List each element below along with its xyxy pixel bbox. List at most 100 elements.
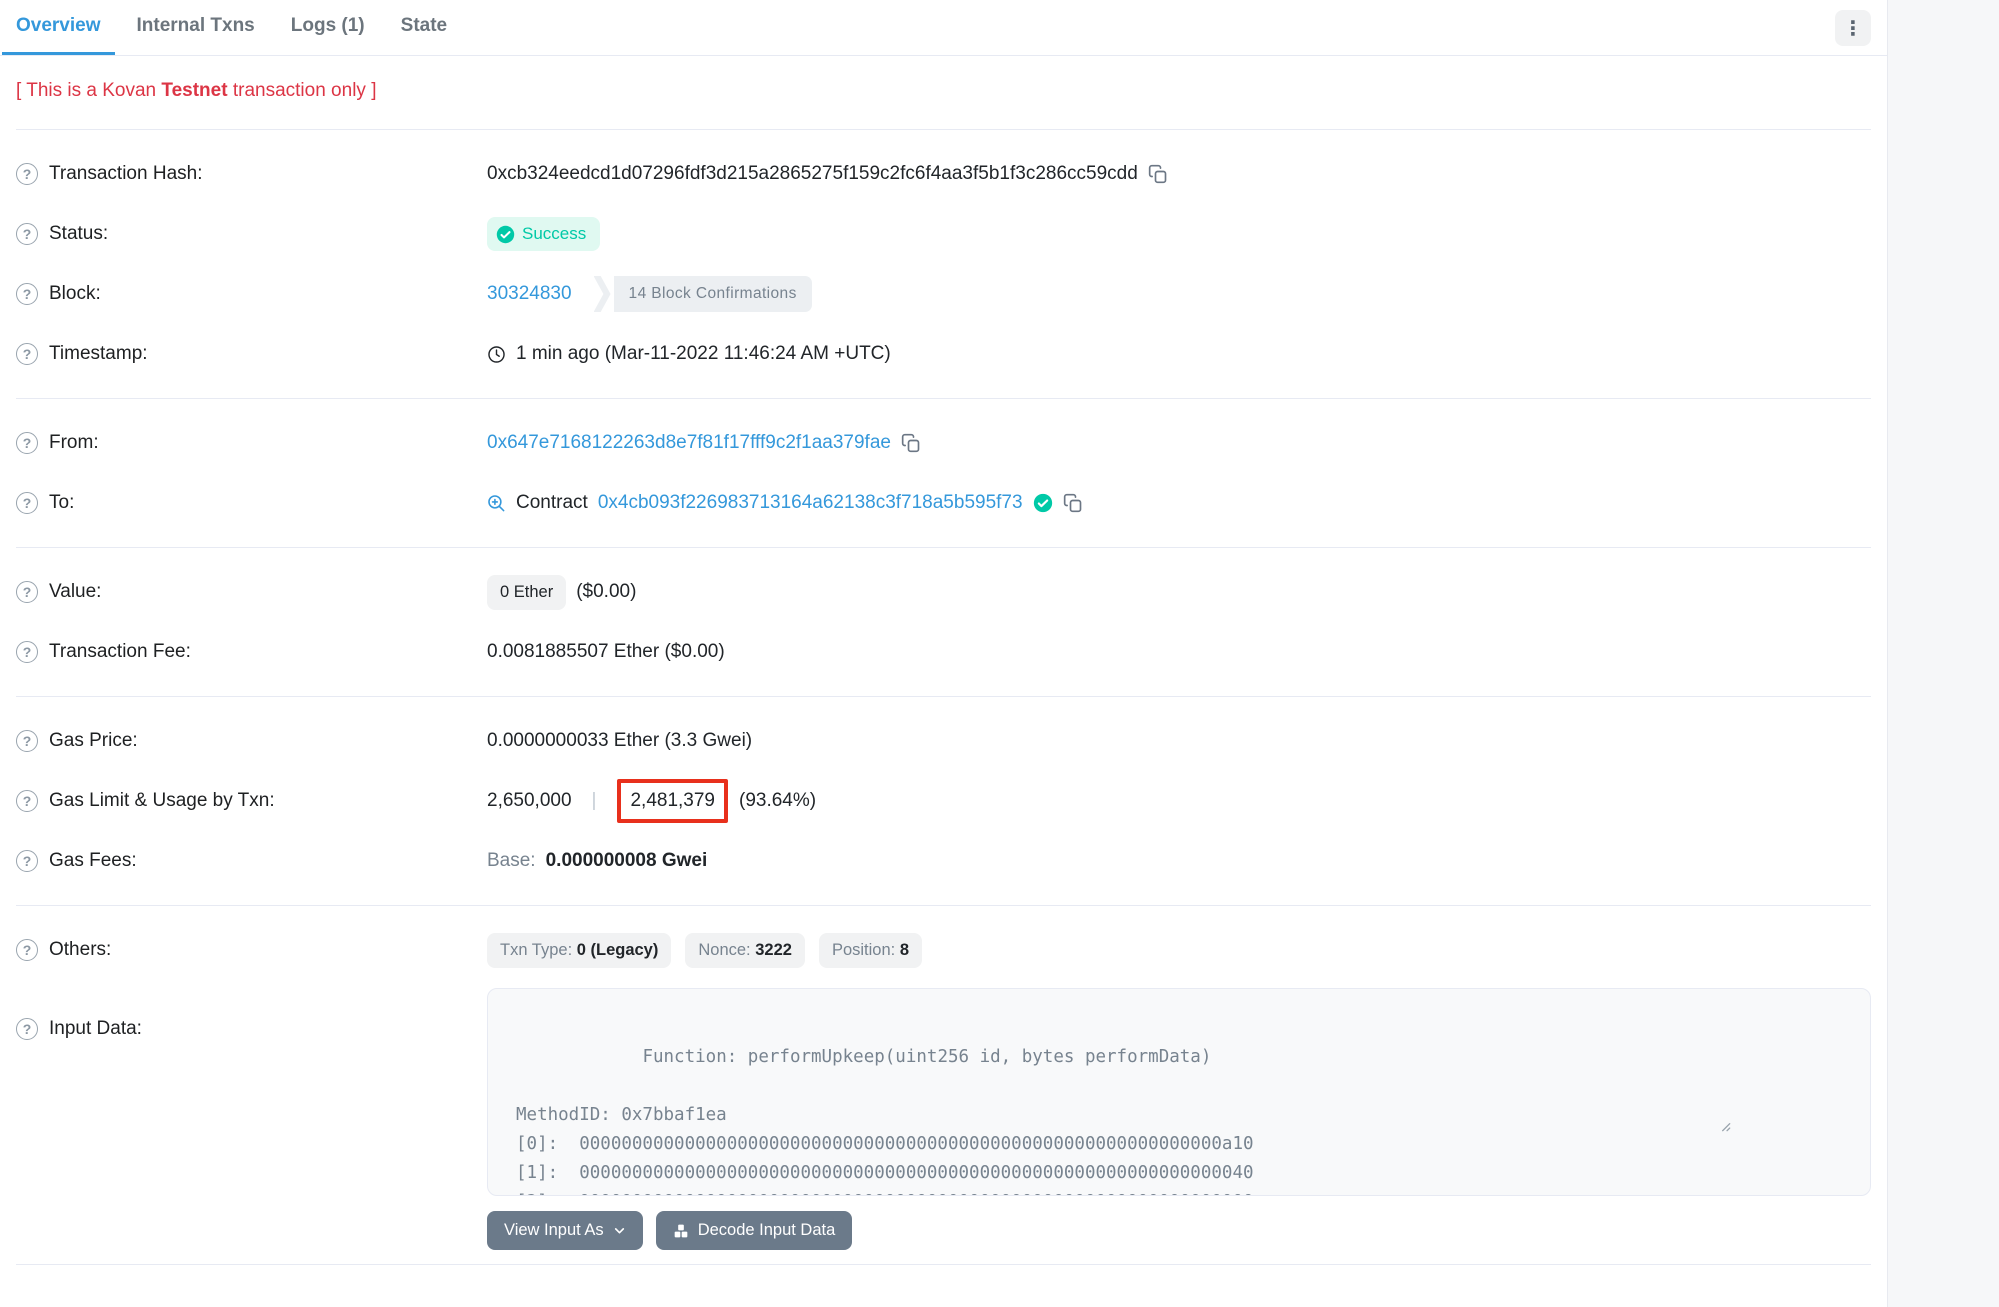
help-icon[interactable]: ? [16, 163, 38, 185]
tab-internal-txns[interactable]: Internal Txns [123, 0, 269, 55]
help-icon[interactable]: ? [16, 581, 38, 603]
gas-limit-value: 2,650,000 [487, 790, 572, 812]
tab-state[interactable]: State [387, 0, 461, 55]
notice-prefix: [ This is a Kovan [16, 80, 161, 101]
status-label: Status: [49, 223, 108, 245]
row-others: ? Others: Txn Type: 0 (Legacy) Nonce: 32… [16, 920, 1871, 980]
notice-bold: Testnet [161, 80, 227, 101]
gas-used-value: 2,481,379 [630, 790, 715, 811]
nonce-key: Nonce: [698, 941, 755, 959]
help-icon[interactable]: ? [16, 283, 38, 305]
help-icon[interactable]: ? [16, 492, 38, 514]
decode-input-data-button[interactable]: Decode Input Data [656, 1211, 853, 1250]
decode-cubes-icon [673, 1223, 689, 1239]
txn-type-key: Txn Type: [500, 941, 577, 959]
gas-separator: | [592, 790, 597, 812]
row-timestamp: ? Timestamp: 1 min ago (Mar-11-2022 11:4… [16, 324, 1871, 384]
block-label: Block: [49, 283, 101, 305]
tab-overview[interactable]: Overview [2, 0, 115, 55]
help-icon[interactable]: ? [16, 223, 38, 245]
row-gas-price: ? Gas Price: 0.0000000033 Ether (3.3 Gwe… [16, 711, 1871, 771]
help-icon[interactable]: ? [16, 730, 38, 752]
help-icon[interactable]: ? [16, 790, 38, 812]
gas-fees-base-value: 0.000000008 Gwei [546, 850, 708, 872]
from-address-link[interactable]: 0x647e7168122263d8e7f81f17fff9c2f1aa379f… [487, 432, 891, 454]
arrow-separator-icon [594, 276, 611, 312]
block-number-link[interactable]: 30324830 [487, 283, 572, 305]
transaction-hash-value: 0xcb324eedcd1d07296fdf3d215a2865275f159c… [487, 163, 1138, 185]
input-data-textarea[interactable]: Function: performUpkeep(uint256 id, byte… [487, 988, 1871, 1196]
section-others-input: ? Others: Txn Type: 0 (Legacy) Nonce: 32… [16, 906, 1871, 1265]
to-address-link[interactable]: 0x4cb093f226983713164a62138c3f718a5b595f… [598, 492, 1023, 514]
input-data-text: Function: performUpkeep(uint256 id, byte… [516, 1047, 1254, 1196]
input-data-actions: View Input As Decode Input Data [487, 1211, 1871, 1250]
position-value: 8 [900, 941, 909, 959]
success-check-icon [496, 225, 515, 244]
help-icon[interactable]: ? [16, 432, 38, 454]
tab-logs[interactable]: Logs (1) [277, 0, 379, 55]
section-gas: ? Gas Price: 0.0000000033 Ether (3.3 Gwe… [16, 697, 1871, 906]
position-key: Position: [832, 941, 900, 959]
transaction-hash-label: Transaction Hash: [49, 163, 202, 185]
zoom-in-icon[interactable] [487, 494, 506, 513]
decode-input-data-label: Decode Input Data [698, 1221, 836, 1240]
section-from-to: ? From: 0x647e7168122263d8e7f81f17fff9c2… [16, 399, 1871, 548]
transaction-fee-value: 0.0081885507 Ether ($0.00) [487, 641, 725, 663]
resize-handle-icon[interactable] [1717, 1060, 1865, 1190]
notice-suffix: transaction only ] [228, 80, 377, 101]
row-status: ? Status: Success [16, 204, 1871, 264]
transaction-fee-label: Transaction Fee: [49, 641, 191, 663]
row-value: ? Value: 0 Ether ($0.00) [16, 562, 1871, 622]
value-usd: ($0.00) [576, 581, 636, 603]
row-input-data: ? Input Data: Function: performUpkeep(ui… [16, 988, 1871, 1250]
row-gas-fees: ? Gas Fees: Base: 0.000000008 Gwei [16, 831, 1871, 891]
nonce-pill: Nonce: 3222 [685, 933, 805, 968]
copy-icon[interactable] [901, 433, 921, 453]
to-contract-prefix: Contract [516, 492, 588, 514]
view-input-as-label: View Input As [504, 1221, 604, 1240]
status-badge-text: Success [522, 224, 586, 244]
kebab-icon: ⋮ [1843, 16, 1863, 41]
section-value-fee: ? Value: 0 Ether ($0.00) ? Transaction F… [16, 548, 1871, 697]
value-amount-pill: 0 Ether [487, 575, 566, 610]
to-label: To: [49, 492, 74, 514]
timestamp-value: 1 min ago (Mar-11-2022 11:46:24 AM +UTC) [516, 343, 891, 365]
from-label: From: [49, 432, 99, 454]
status-badge: Success [487, 217, 600, 251]
help-icon[interactable]: ? [16, 1018, 38, 1040]
txn-type-value: 0 (Legacy) [577, 941, 659, 959]
nonce-value: 3222 [755, 941, 792, 959]
gas-fees-label: Gas Fees: [49, 850, 137, 872]
section-hash-status-block-time: ? Transaction Hash: 0xcb324eedcd1d07296f… [16, 130, 1871, 399]
overview-panel: [ This is a Kovan Testnet transaction on… [0, 56, 1887, 1265]
copy-icon[interactable] [1063, 493, 1083, 513]
row-from: ? From: 0x647e7168122263d8e7f81f17fff9c2… [16, 413, 1871, 473]
row-block: ? Block: 30324830 14 Block Confirmations [16, 264, 1871, 324]
position-pill: Position: 8 [819, 933, 922, 968]
block-confirmations-text: 14 Block Confirmations [614, 276, 812, 312]
gas-used-percent: (93.64%) [739, 790, 816, 812]
help-icon[interactable]: ? [16, 850, 38, 872]
kebab-menu-button[interactable]: ⋮ [1835, 10, 1871, 46]
help-icon[interactable]: ? [16, 343, 38, 365]
chevron-down-icon [613, 1224, 626, 1237]
timestamp-label: Timestamp: [49, 343, 148, 365]
txn-type-pill: Txn Type: 0 (Legacy) [487, 933, 671, 968]
help-icon[interactable]: ? [16, 939, 38, 961]
verified-check-icon [1033, 493, 1053, 513]
clock-icon [487, 345, 506, 364]
testnet-notice: [ This is a Kovan Testnet transaction on… [16, 56, 1871, 130]
input-data-label: Input Data: [49, 1018, 142, 1040]
row-gas-limit-usage: ? Gas Limit & Usage by Txn: 2,650,000 | … [16, 771, 1871, 831]
others-label: Others: [49, 939, 111, 961]
help-icon[interactable]: ? [16, 641, 38, 663]
gas-price-value: 0.0000000033 Ether (3.3 Gwei) [487, 730, 752, 752]
view-input-as-button[interactable]: View Input As [487, 1211, 643, 1250]
value-label: Value: [49, 581, 101, 603]
row-transaction-fee: ? Transaction Fee: 0.0081885507 Ether ($… [16, 622, 1871, 682]
tab-bar: Overview Internal Txns Logs (1) State ⋮ [0, 0, 1887, 56]
copy-icon[interactable] [1148, 164, 1168, 184]
block-confirmations-badge: 14 Block Confirmations [594, 276, 812, 312]
gas-used-annotation-box: 2,481,379 [617, 779, 728, 823]
row-to: ? To: Contract 0x4cb093f226983713164a621… [16, 473, 1871, 533]
